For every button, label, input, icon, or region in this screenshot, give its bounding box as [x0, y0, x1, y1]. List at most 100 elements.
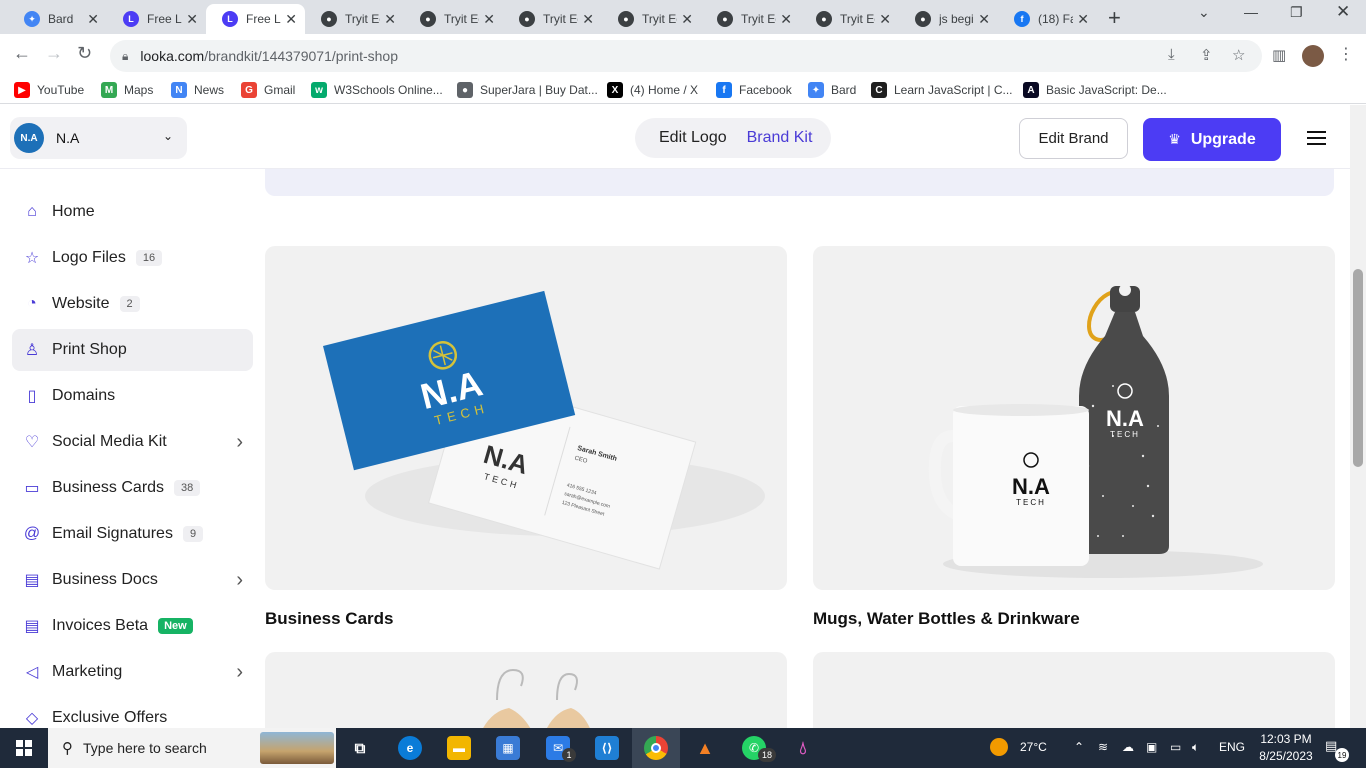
tab-close-icon[interactable]: ✕ — [681, 11, 693, 28]
upgrade-button[interactable]: ♛ Upgrade — [1143, 118, 1281, 161]
product-card-business-cards[interactable]: N.A TECH Sarah Smith CEO 416 555 1234 sa… — [265, 246, 787, 590]
browser-tab[interactable]: L Free Lo ✕ — [206, 4, 305, 34]
tab-search-icon[interactable]: ⌄ — [1198, 4, 1210, 21]
product-card-drinkware[interactable]: N.A TECH N.A TECH — [813, 246, 1335, 590]
language-indicator[interactable]: ENG — [1219, 740, 1245, 754]
close-window-button[interactable]: ✕ — [1336, 2, 1350, 22]
onedrive-icon[interactable]: ☁ — [1122, 740, 1134, 754]
browser-tab[interactable]: f (18) Fa ✕ — [998, 4, 1097, 34]
task-view-icon[interactable]: ⧉ — [348, 736, 372, 760]
browser-tab[interactable]: L Free Lo ✕ — [107, 4, 206, 34]
vscode-icon[interactable]: ⟨⟩ — [595, 736, 619, 760]
sidebar-item-home[interactable]: ⌂ Home — [12, 191, 253, 233]
chrome-icon[interactable] — [644, 736, 668, 760]
sidebar-item-business-cards[interactable]: ▭ Business Cards 38 — [12, 467, 253, 509]
side-panel-icon[interactable]: ▥ — [1272, 46, 1286, 64]
sidebar-item-domains[interactable]: ▯ Domains — [12, 375, 253, 417]
bookmark-item[interactable]: f Facebook — [716, 82, 792, 98]
browser-tab[interactable]: ● Tryit Ec ✕ — [503, 4, 602, 34]
forward-button[interactable]: → — [45, 43, 63, 64]
weather-temp[interactable]: 27°C — [1020, 740, 1047, 754]
bookmark-item[interactable]: C Learn JavaScript | C... — [871, 82, 1013, 98]
bookmark-item[interactable]: G Gmail — [241, 82, 295, 98]
clock[interactable]: 12:03 PM 8/25/2023 — [1254, 732, 1318, 763]
share-icon[interactable]: ⇪ — [1200, 46, 1213, 64]
bookmark-item[interactable]: ▶ YouTube — [14, 82, 84, 98]
meet-icon[interactable]: ▣ — [1146, 740, 1157, 754]
tab-close-icon[interactable]: ✕ — [780, 11, 792, 28]
brand-selector[interactable]: N.A N.A ⌄ — [10, 117, 187, 159]
sidebar-item-logo-files[interactable]: ☆ Logo Files 16 — [12, 237, 253, 279]
tab-edit-logo[interactable]: Edit Logo — [659, 129, 727, 147]
tab-favicon-icon: L — [123, 11, 139, 27]
tab-favicon-icon: f — [1014, 11, 1030, 27]
tab-close-icon[interactable]: ✕ — [384, 11, 396, 28]
tab-close-icon[interactable]: ✕ — [1077, 11, 1089, 28]
browser-tab[interactable]: ✦ Bard ✕ — [8, 4, 107, 34]
bookmark-label: Maps — [124, 83, 154, 97]
tab-brand-kit[interactable]: Brand Kit — [747, 129, 813, 147]
browser-tab[interactable]: ● Tryit Ec ✕ — [404, 4, 503, 34]
back-button[interactable]: ← — [13, 43, 31, 64]
tray-overflow-icon[interactable]: ⌃ — [1074, 740, 1084, 754]
bookmark-item[interactable]: A Basic JavaScript: De... — [1023, 82, 1167, 98]
sidebar-item-business-docs[interactable]: ▤ Business Docs › — [12, 559, 253, 601]
browser-tab[interactable]: ● Tryit Ec ✕ — [800, 4, 899, 34]
sidebar-item-exclusive-offers[interactable]: ◇ Exclusive Offers — [12, 697, 253, 728]
browser-tab[interactable]: ● Tryit Ec ✕ — [602, 4, 701, 34]
hamburger-menu-icon[interactable] — [1307, 131, 1326, 149]
new-tab-button[interactable]: + — [1108, 5, 1121, 31]
install-icon[interactable]: ⤓ — [1168, 46, 1175, 63]
sidebar-item-email-signatures[interactable]: @ Email Signatures 9 — [12, 513, 253, 555]
sidebar-item-marketing[interactable]: ◁ Marketing › — [12, 651, 253, 693]
bookmark-item[interactable]: X (4) Home / X — [607, 82, 698, 98]
browser-tab[interactable]: ● Tryit Ec ✕ — [305, 4, 404, 34]
bookmark-item[interactable]: w W3Schools Online... — [311, 82, 443, 98]
tab-close-icon[interactable]: ✕ — [285, 11, 297, 28]
windows-start-icon[interactable] — [16, 740, 32, 756]
sidebar-item-website[interactable]: ◔ Website 2 — [12, 283, 253, 325]
taskbar-search[interactable]: ⚲ Type here to search — [48, 728, 336, 768]
sidebar-item-social-media-kit[interactable]: ♡ Social Media Kit › — [12, 421, 253, 463]
scrollbar-thumb[interactable] — [1353, 269, 1363, 467]
restore-button[interactable]: ❐ — [1290, 4, 1303, 21]
bookmark-star-icon[interactable]: ☆ — [1232, 46, 1245, 64]
sidebar-item-label: Invoices Beta — [52, 617, 149, 634]
network-icon[interactable]: ≋ — [1098, 740, 1108, 754]
product-title-business-cards[interactable]: Business Cards — [265, 609, 394, 629]
browser-tab[interactable]: ● Tryit Ec ✕ — [701, 4, 800, 34]
vlc-icon[interactable]: ▲ — [693, 736, 717, 760]
tab-close-icon[interactable]: ✕ — [87, 11, 99, 28]
tab-close-icon[interactable]: ✕ — [978, 11, 990, 28]
tab-close-icon[interactable]: ✕ — [879, 11, 891, 28]
file-explorer-icon[interactable]: ▬ — [447, 736, 471, 760]
website-icon: ◔ — [27, 295, 37, 312]
browser-tab[interactable]: ● js begi ✕ — [899, 4, 998, 34]
sidebar-item-invoices-beta[interactable]: ▤ Invoices Beta New — [12, 605, 253, 647]
store-icon[interactable]: ▦ — [496, 736, 520, 760]
battery-icon[interactable]: ▭ — [1170, 740, 1181, 754]
address-bar[interactable]: 🔒︎ looka.com/brandkit/144379071/print-sh… — [110, 40, 1262, 72]
sidebar-item-print-shop[interactable]: ♙ Print Shop — [12, 329, 253, 371]
volume-icon[interactable]: 🔈︎ — [1192, 740, 1199, 755]
edge-icon[interactable]: e — [398, 736, 422, 760]
bookmark-item[interactable]: M Maps — [101, 82, 153, 98]
mail-badge: 1 — [562, 748, 576, 762]
minimize-button[interactable]: — — [1244, 4, 1258, 20]
tab-close-icon[interactable]: ✕ — [483, 11, 495, 28]
bookmark-label: YouTube — [37, 83, 85, 97]
edit-brand-button[interactable]: Edit Brand — [1019, 118, 1128, 159]
product-card-apparel[interactable] — [265, 652, 787, 728]
bookmark-item[interactable]: ● SuperJara | Buy Dat... — [457, 82, 598, 98]
profile-avatar[interactable] — [1302, 45, 1324, 67]
product-card-next[interactable] — [813, 652, 1335, 728]
tab-close-icon[interactable]: ✕ — [582, 11, 594, 28]
paint-drop-icon[interactable]: 💧︎ — [791, 736, 815, 760]
tab-close-icon[interactable]: ✕ — [186, 11, 198, 28]
reload-button[interactable]: ↻ — [77, 43, 92, 64]
product-title-drinkware[interactable]: Mugs, Water Bottles & Drinkware — [813, 609, 1080, 629]
page-scrollbar[interactable] — [1350, 105, 1366, 728]
bookmark-item[interactable]: N News — [171, 82, 224, 98]
menu-kebab-icon[interactable]: ⋮ — [1338, 44, 1354, 64]
bookmark-item[interactable]: ✦ Bard — [808, 82, 856, 98]
